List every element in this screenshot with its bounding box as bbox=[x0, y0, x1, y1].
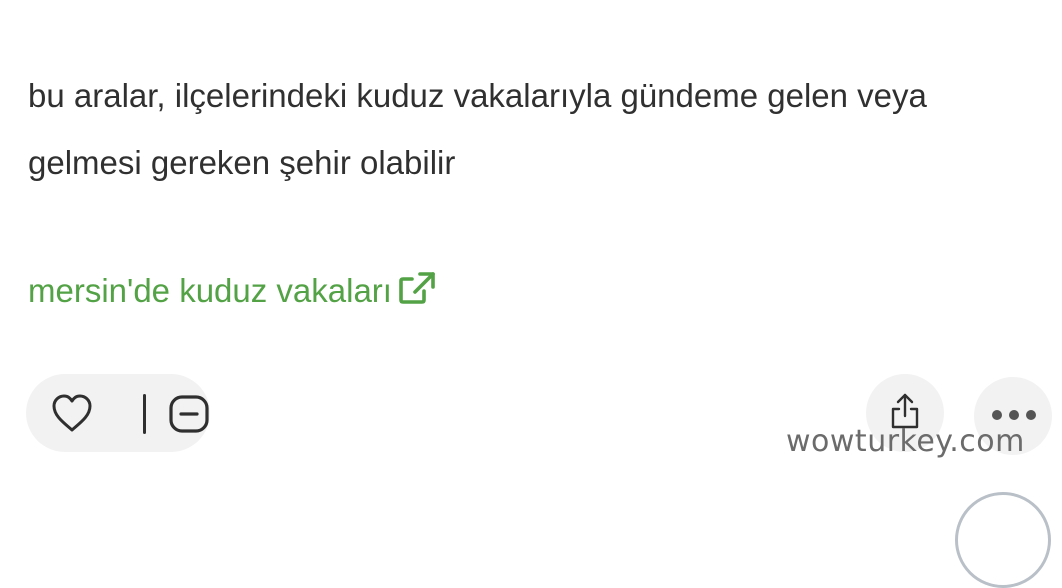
avatar[interactable] bbox=[955, 492, 1051, 588]
entry-body: bu aralar, ilçelerindeki kuduz vakalarıy… bbox=[28, 62, 1028, 196]
entry-text-line-2: gelmesi gereken şehir olabilir bbox=[28, 144, 456, 181]
external-link[interactable]: mersin'de kuduz vakaları bbox=[28, 272, 436, 310]
more-dots-icon bbox=[992, 410, 1036, 420]
entry-text-line-1: bu aralar, ilçelerindeki kuduz vakalarıy… bbox=[28, 77, 927, 114]
heart-icon[interactable] bbox=[50, 392, 94, 434]
vote-controls bbox=[26, 374, 210, 452]
external-link-icon bbox=[399, 272, 435, 304]
watermark: wowturkey.com bbox=[786, 424, 1025, 459]
minus-box-icon[interactable] bbox=[168, 394, 210, 434]
external-link-label: mersin'de kuduz vakaları bbox=[28, 272, 392, 309]
vote-divider bbox=[143, 394, 146, 434]
